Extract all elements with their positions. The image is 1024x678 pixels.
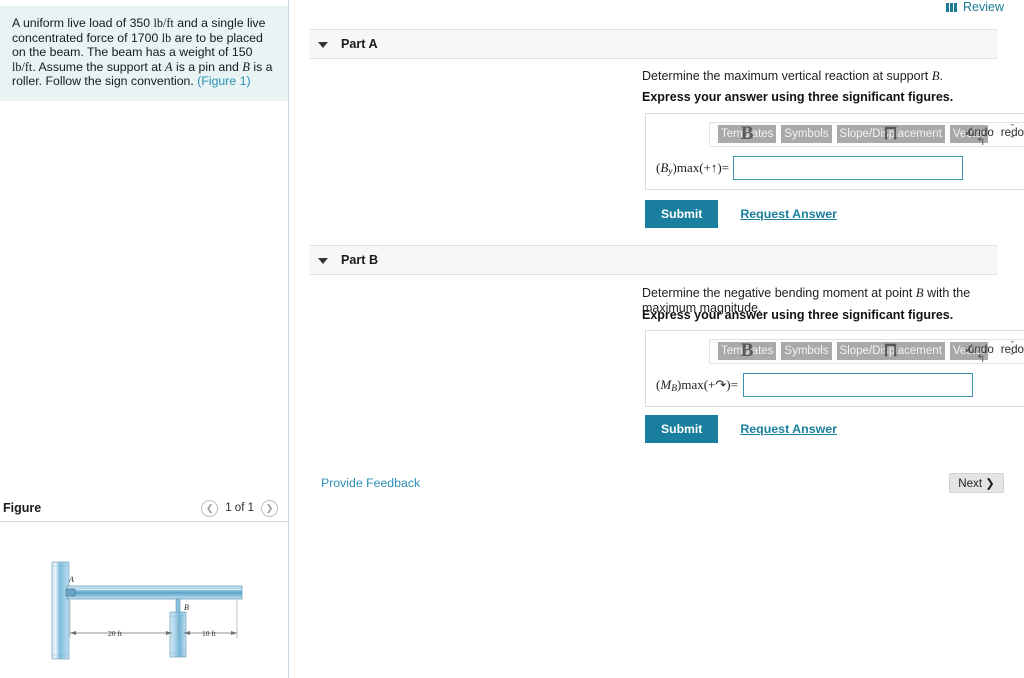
part-b-label-tail: )max(+↷)=: [677, 376, 738, 392]
dimension-left-label: 20 ft: [108, 629, 123, 638]
part-a-instruction: Express your answer using three signific…: [642, 90, 954, 104]
part-a-submit-row: Submit Request Answer: [645, 200, 837, 228]
part-b-title: Part B: [341, 253, 379, 267]
part-a-answer-label: (By)max(+↑)=: [656, 159, 730, 177]
part-a-equation-toolbar: Templates B Symbols Slope/Displacement ⊓…: [709, 122, 1024, 148]
dimension-right-label: 10 ft: [202, 629, 217, 638]
part-a-submit-button[interactable]: Submit: [645, 200, 719, 228]
review-icon: [946, 2, 957, 12]
part-a-header[interactable]: Part A: [309, 29, 998, 59]
left-panel: A uniform live load of 350 lb/ft and a s…: [0, 0, 289, 678]
part-b-answer-box: Templates B Symbols Slope/Displacement ⊓…: [645, 330, 1024, 407]
beam-diagram-svg: A B 20 ft 10 ft: [51, 561, 243, 660]
chevron-down-icon: [318, 258, 328, 264]
part-b-header[interactable]: Part B: [309, 245, 998, 275]
part-a-request-answer-link[interactable]: Request Answer: [740, 207, 837, 221]
next-button[interactable]: Next ❯: [949, 473, 1004, 493]
slope-displacement-button[interactable]: Slope/Displacement ⊓: [836, 124, 945, 143]
part-a-answer-box: Templates B Symbols Slope/Displacement ⊓…: [645, 113, 1024, 190]
redo-label: redo: [1000, 126, 1024, 139]
chevron-down-icon: [318, 42, 328, 48]
chevron-right-icon[interactable]: ❯: [261, 499, 278, 517]
undo-label: undo: [968, 343, 994, 356]
part-b-submit-button[interactable]: Submit: [645, 415, 719, 443]
figure-page-count: 1 of 1: [225, 502, 254, 514]
symbols-button[interactable]: Symbols: [781, 125, 832, 143]
redo-label: redo: [1000, 343, 1024, 356]
undo-label: undo: [968, 126, 994, 139]
chevron-left-icon[interactable]: ❮: [201, 499, 219, 517]
support-b-label: B: [184, 603, 189, 612]
review-button[interactable]: Review: [946, 0, 1004, 14]
templates-button[interactable]: Templates B: [718, 124, 777, 143]
part-b-answer-input[interactable]: [742, 373, 973, 397]
undo-link[interactable]: undo ↰: [968, 126, 994, 148]
main-content: Review Part A Determine the maximum vert…: [290, 0, 1024, 678]
chevron-right-icon: ❯: [985, 477, 995, 490]
part-a-answer-row: (By)max(+↑)= k: [646, 147, 1024, 189]
templates-button-label: Templates: [721, 128, 774, 140]
slope-displacement-button-label: Slope/Displacement: [839, 345, 942, 357]
templates-button-label: Templates: [721, 345, 774, 357]
page-root: A uniform live load of 350 lb/ft and a s…: [0, 0, 1024, 678]
part-a-question: Determine the maximum vertical reaction …: [642, 69, 943, 84]
part-a-toolbar-links: undo ↰ redo ˇ ˘ reset ˋ keyboard shortcu…: [968, 123, 1024, 148]
part-a-label-tail: )max(+↑)=: [672, 159, 730, 175]
part-b-toolbar-links: undo ↰ redo ˇ ˘ reset ˋ keyboard shortcu…: [968, 340, 1024, 365]
part-b-label-main: M: [660, 376, 672, 392]
part-a-answer-input[interactable]: [733, 156, 964, 180]
provide-feedback-link[interactable]: Provide Feedback: [321, 476, 420, 490]
part-b-toolbar-buttons: Templates B Symbols Slope/Displacement ⊓…: [718, 341, 989, 360]
part-b-submit-row: Submit Request Answer: [645, 415, 837, 443]
next-button-label: Next: [958, 476, 983, 490]
figure-header: Figure ❮ 1 of 1 ❯: [0, 494, 288, 522]
part-a-question-pre: Determine the maximum vertical reaction …: [642, 69, 932, 83]
part-b-answer-label: (MB)max(+↷)=: [656, 376, 738, 394]
problem-statement-text: A uniform live load of 350 lb/ft and a s…: [12, 16, 273, 89]
redo-link[interactable]: redo ˇ ˘: [1000, 123, 1024, 147]
figure-1-link[interactable]: (Figure 1): [197, 74, 250, 88]
part-a-question-var: B: [931, 69, 940, 83]
part-b-equation-toolbar: Templates B Symbols Slope/Displacement ⊓…: [709, 339, 1024, 365]
figure-pager: ❮ 1 of 1 ❯: [201, 499, 278, 517]
symbols-button[interactable]: Symbols: [781, 342, 832, 360]
templates-button[interactable]: Templates B: [718, 341, 777, 360]
beam-figure: A B 20 ft 10 ft: [0, 530, 288, 678]
support-a-label: A: [68, 575, 74, 584]
part-a-toolbar-buttons: Templates B Symbols Slope/Displacement ⊓…: [718, 124, 989, 143]
review-label: Review: [963, 0, 1004, 14]
part-a-question-post: .: [939, 69, 944, 83]
undo-link[interactable]: undo ↰: [968, 343, 994, 365]
part-b-question-var: B: [915, 286, 924, 300]
figure-divider: [0, 521, 288, 522]
part-b-request-answer-link[interactable]: Request Answer: [740, 422, 837, 436]
slope-displacement-button[interactable]: Slope/Displacement ⊓: [836, 341, 945, 360]
part-b-instruction: Express your answer using three signific…: [642, 308, 954, 322]
redo-link[interactable]: redo ˇ ˘: [1000, 340, 1024, 364]
figure-title: Figure: [3, 501, 42, 515]
part-b-question-pre: Determine the negative bending moment at…: [642, 286, 916, 300]
symbols-button-label: Symbols: [784, 345, 829, 357]
slope-displacement-button-label: Slope/Displacement: [839, 128, 942, 140]
symbols-button-label: Symbols: [784, 128, 829, 140]
problem-statement-box: A uniform live load of 350 lb/ft and a s…: [0, 6, 288, 101]
part-a-title: Part A: [341, 37, 378, 51]
part-b-answer-row: (MB)max(+↷)= k · ft: [646, 364, 1024, 406]
